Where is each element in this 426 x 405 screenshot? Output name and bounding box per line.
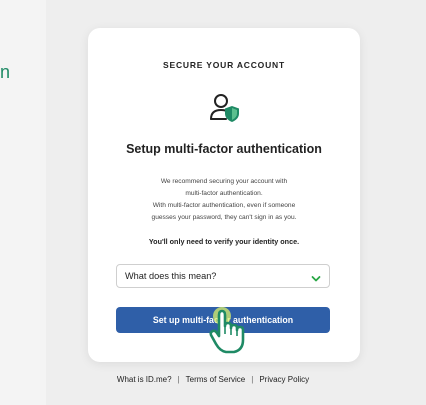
accordion-label: What does this mean? [125, 271, 217, 281]
user-shield-icon [208, 90, 242, 124]
card-eyebrow: SECURE YOUR ACCOUNT [163, 60, 285, 70]
description-line: With multi-factor authentication, even i… [152, 202, 296, 209]
chevron-down-icon [311, 271, 321, 282]
description: We recommend securing your account with … [118, 176, 330, 224]
description-line: multi-factor authentication. [185, 190, 263, 197]
page-title: Setup multi-factor authentication [126, 142, 322, 156]
footer-separator: | [177, 375, 180, 384]
verify-once-note: You'll only need to verify your identity… [148, 237, 300, 246]
footer-link-terms[interactable]: Terms of Service [186, 375, 246, 384]
footer-link-privacy[interactable]: Privacy Policy [259, 375, 309, 384]
description-line: guesses your password, they can't sign i… [151, 214, 297, 221]
footer-separator: | [251, 375, 254, 384]
left-text-fragment: n [0, 62, 11, 82]
description-line: We recommend securing your account with [160, 178, 288, 185]
footer: What is ID.me? | Terms of Service | Privacy … [0, 375, 426, 384]
footer-link-what-is-idme[interactable]: What is ID.me? [117, 375, 172, 384]
what-does-this-mean-accordion[interactable]: What does this mean? [116, 264, 330, 288]
hand-pointer-icon [206, 304, 250, 356]
